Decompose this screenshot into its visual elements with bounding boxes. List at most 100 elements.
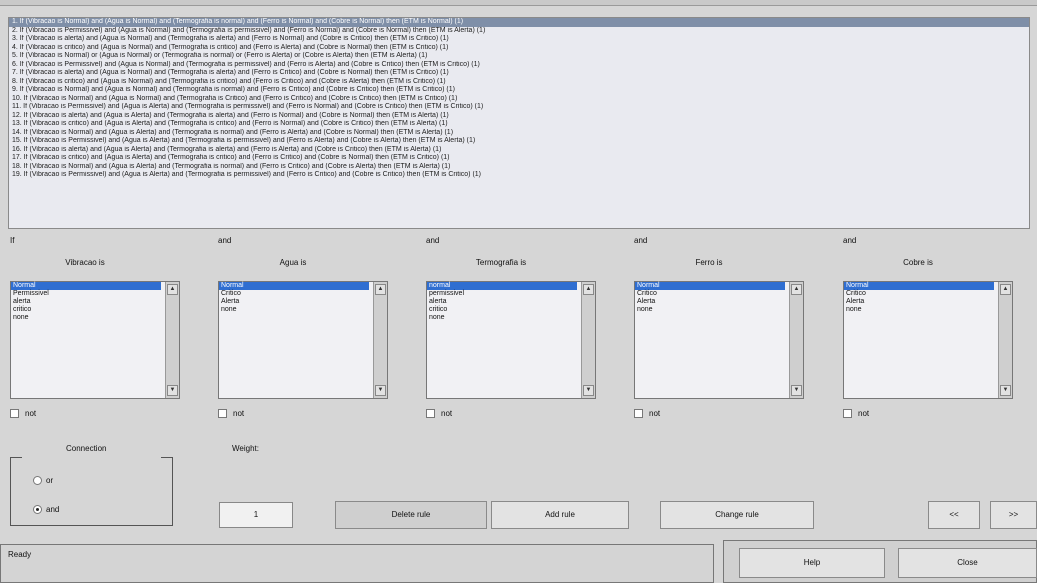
rule-item[interactable]: 6. If (Vibracao is Permissivel) and (Agu… bbox=[9, 61, 1029, 70]
rule-item[interactable]: 5. If (Vibracao is Normal) or (Agua is N… bbox=[9, 52, 1029, 61]
scroll-down-icon[interactable]: ▼ bbox=[583, 385, 594, 396]
not-checkbox[interactable] bbox=[843, 409, 852, 418]
rule-item[interactable]: 4. If (Vibracao is critico) and (Agua is… bbox=[9, 44, 1029, 53]
status-bar: Ready bbox=[0, 544, 714, 583]
listbox-option[interactable]: critico bbox=[427, 306, 577, 314]
listbox-option[interactable]: Critico bbox=[844, 290, 994, 298]
listbox-option[interactable]: Normal bbox=[219, 282, 369, 290]
listbox-scrollbar[interactable]: ▲ ▼ bbox=[373, 282, 387, 398]
scroll-up-icon[interactable]: ▲ bbox=[583, 284, 594, 295]
not-checkbox-row[interactable]: not bbox=[426, 409, 452, 418]
not-label: not bbox=[25, 409, 37, 418]
scroll-down-icon[interactable]: ▼ bbox=[791, 385, 802, 396]
connector-label: If bbox=[10, 236, 15, 245]
radio-or-label: or bbox=[46, 476, 54, 485]
listbox-option[interactable]: Normal bbox=[635, 282, 785, 290]
rule-item[interactable]: 8. If (Vibracao is critico) and (Agua is… bbox=[9, 78, 1029, 87]
rule-item[interactable]: 3. If (Vibracao is alerta) and (Agua is … bbox=[9, 35, 1029, 44]
listbox-option[interactable]: alerta bbox=[11, 298, 161, 306]
listbox-option[interactable]: permissivel bbox=[427, 290, 577, 298]
listbox-option[interactable]: Critico bbox=[219, 290, 369, 298]
not-label: not bbox=[233, 409, 245, 418]
listbox-scrollbar[interactable]: ▲ ▼ bbox=[998, 282, 1012, 398]
rule-item[interactable]: 10. If (Vibracao is Normal) and (Agua is… bbox=[9, 95, 1029, 104]
not-checkbox-row[interactable]: not bbox=[10, 409, 36, 418]
membership-listbox[interactable]: Normal Permissivel alerta critico none ▲ ▼ bbox=[10, 281, 180, 399]
rule-item[interactable]: 17. If (Vibracao is critico) and (Agua i… bbox=[9, 154, 1029, 163]
rule-item[interactable]: 14. If (Vibracao is Normal) and (Agua is… bbox=[9, 129, 1029, 138]
rule-list[interactable]: 1. If (Vibracao is Normal) and (Agua is … bbox=[8, 17, 1030, 229]
rule-item[interactable]: 7. If (Vibracao is alerta) and (Agua is … bbox=[9, 69, 1029, 78]
membership-listbox[interactable]: Normal Critico Alerta none ▲ ▼ bbox=[843, 281, 1013, 399]
rule-item[interactable]: 12. If (Vibracao is alerta) and (Agua is… bbox=[9, 112, 1029, 121]
radio-or-button[interactable] bbox=[33, 476, 42, 485]
next-button[interactable]: >> bbox=[990, 501, 1037, 529]
variable-title: Cobre is bbox=[903, 258, 933, 267]
rule-item[interactable]: 11. If (Vibracao is Permissivel) and (Ag… bbox=[9, 103, 1029, 112]
add-rule-button[interactable]: Add rule bbox=[491, 501, 629, 529]
rule-item[interactable]: 9. If (Vibracao is Normal) and (Agua is … bbox=[9, 86, 1029, 95]
listbox-option[interactable]: none bbox=[427, 314, 577, 322]
connector-label: and bbox=[426, 236, 440, 245]
previous-button[interactable]: << bbox=[928, 501, 980, 529]
scroll-down-icon[interactable]: ▼ bbox=[375, 385, 386, 396]
not-checkbox-row[interactable]: not bbox=[218, 409, 244, 418]
radio-and[interactable]: and bbox=[33, 505, 59, 514]
rule-item[interactable]: 18. If (Vibracao is Normal) and (Agua is… bbox=[9, 163, 1029, 172]
listbox-scrollbar[interactable]: ▲ ▼ bbox=[165, 282, 179, 398]
listbox-scrollbar[interactable]: ▲ ▼ bbox=[789, 282, 803, 398]
not-label: not bbox=[649, 409, 661, 418]
rule-item[interactable]: 15. If (Vibracao is Permissivel) and (Ag… bbox=[9, 137, 1029, 146]
listbox-option[interactable]: Alerta bbox=[844, 298, 994, 306]
listbox-option[interactable]: alerta bbox=[427, 298, 577, 306]
membership-listbox[interactable]: Normal Critico Alerta none ▲ ▼ bbox=[218, 281, 388, 399]
not-label: not bbox=[441, 409, 453, 418]
connector-label: and bbox=[843, 236, 857, 245]
listbox-option[interactable]: Normal bbox=[11, 282, 161, 290]
radio-or[interactable]: or bbox=[33, 476, 53, 485]
listbox-option[interactable]: none bbox=[219, 306, 369, 314]
listbox-option[interactable]: Normal bbox=[844, 282, 994, 290]
not-checkbox-row[interactable]: not bbox=[634, 409, 660, 418]
membership-listbox[interactable]: normal permissivel alerta critico none ▲ ▼ bbox=[426, 281, 596, 399]
not-checkbox[interactable] bbox=[10, 409, 19, 418]
membership-listbox[interactable]: Normal Critico Alerta none ▲ ▼ bbox=[634, 281, 804, 399]
scroll-up-icon[interactable]: ▲ bbox=[167, 284, 178, 295]
rule-item[interactable]: 13. If (Vibracao is critico) and (Agua i… bbox=[9, 120, 1029, 129]
connector-label: and bbox=[634, 236, 648, 245]
listbox-option[interactable]: Critico bbox=[635, 290, 785, 298]
scroll-up-icon[interactable]: ▲ bbox=[1000, 284, 1011, 295]
listbox-option[interactable]: normal bbox=[427, 282, 577, 290]
variable-title: Agua is bbox=[279, 258, 307, 267]
scroll-down-icon[interactable]: ▼ bbox=[167, 385, 178, 396]
not-checkbox[interactable] bbox=[634, 409, 643, 418]
weight-label: Weight: bbox=[232, 444, 259, 453]
weight-input[interactable]: 1 bbox=[219, 502, 293, 528]
listbox-option[interactable]: Permissivel bbox=[11, 290, 161, 298]
listbox-option[interactable]: none bbox=[11, 314, 161, 322]
rule-item[interactable]: 16. If (Vibracao is alerta) and (Agua is… bbox=[9, 146, 1029, 155]
listbox-option[interactable]: critico bbox=[11, 306, 161, 314]
listbox-option[interactable]: none bbox=[844, 306, 994, 314]
scroll-down-icon[interactable]: ▼ bbox=[1000, 385, 1011, 396]
connector-label: and bbox=[218, 236, 232, 245]
delete-rule-button[interactable]: Delete rule bbox=[335, 501, 487, 529]
radio-and-button[interactable] bbox=[33, 505, 42, 514]
listbox-scrollbar[interactable]: ▲ ▼ bbox=[581, 282, 595, 398]
listbox-option[interactable]: Alerta bbox=[635, 298, 785, 306]
status-text: Ready bbox=[8, 550, 32, 559]
scroll-up-icon[interactable]: ▲ bbox=[375, 284, 386, 295]
rule-item[interactable]: 1. If (Vibracao is Normal) and (Agua is … bbox=[9, 18, 1029, 27]
rule-item[interactable]: 19. If (Vibracao is Permissivel) and (Ag… bbox=[9, 171, 1029, 180]
listbox-option[interactable]: none bbox=[635, 306, 785, 314]
help-button[interactable]: Help bbox=[739, 548, 885, 578]
scroll-up-icon[interactable]: ▲ bbox=[791, 284, 802, 295]
change-rule-button[interactable]: Change rule bbox=[660, 501, 814, 529]
rule-item[interactable]: 2. If (Vibracao is Permissivel) and (Agu… bbox=[9, 27, 1029, 36]
close-button[interactable]: Close bbox=[898, 548, 1037, 578]
not-checkbox[interactable] bbox=[426, 409, 435, 418]
variable-title: Termografia is bbox=[475, 258, 527, 267]
not-checkbox[interactable] bbox=[218, 409, 227, 418]
not-checkbox-row[interactable]: not bbox=[843, 409, 869, 418]
listbox-option[interactable]: Alerta bbox=[219, 298, 369, 306]
